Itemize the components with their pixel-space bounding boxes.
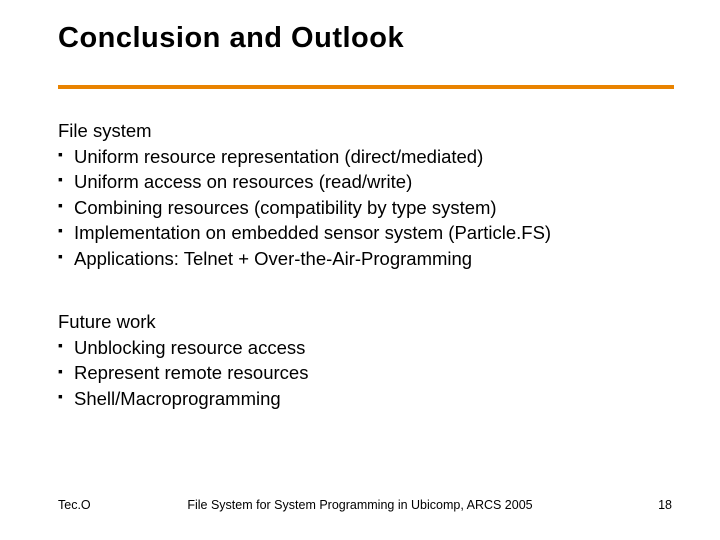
list-item: Uniform resource representation (direct/… (58, 144, 674, 170)
list-item: Unblocking resource access (58, 335, 674, 361)
list-item: Uniform access on resources (read/write) (58, 169, 674, 195)
footer-center: File System for System Programming in Ub… (0, 498, 720, 512)
bullet-list-future: Unblocking resource access Represent rem… (58, 335, 674, 412)
slide-footer: Tec.O File System for System Programming… (0, 492, 720, 512)
slide-body: File system Uniform resource representat… (58, 118, 674, 411)
list-item: Combining resources (compatibility by ty… (58, 195, 674, 221)
section-heading-future: Future work (58, 309, 674, 335)
bullet-list-filesystem: Uniform resource representation (direct/… (58, 144, 674, 272)
list-item: Represent remote resources (58, 360, 674, 386)
footer-page-number: 18 (658, 498, 672, 512)
slide-title: Conclusion and Outlook (58, 22, 404, 55)
list-item: Shell/Macroprogramming (58, 386, 674, 412)
title-underline (58, 85, 674, 89)
slide: Conclusion and Outlook File system Unifo… (0, 0, 720, 540)
list-item: Applications: Telnet + Over-the-Air-Prog… (58, 246, 674, 272)
section-heading-filesystem: File system (58, 118, 674, 144)
list-item: Implementation on embedded sensor system… (58, 220, 674, 246)
